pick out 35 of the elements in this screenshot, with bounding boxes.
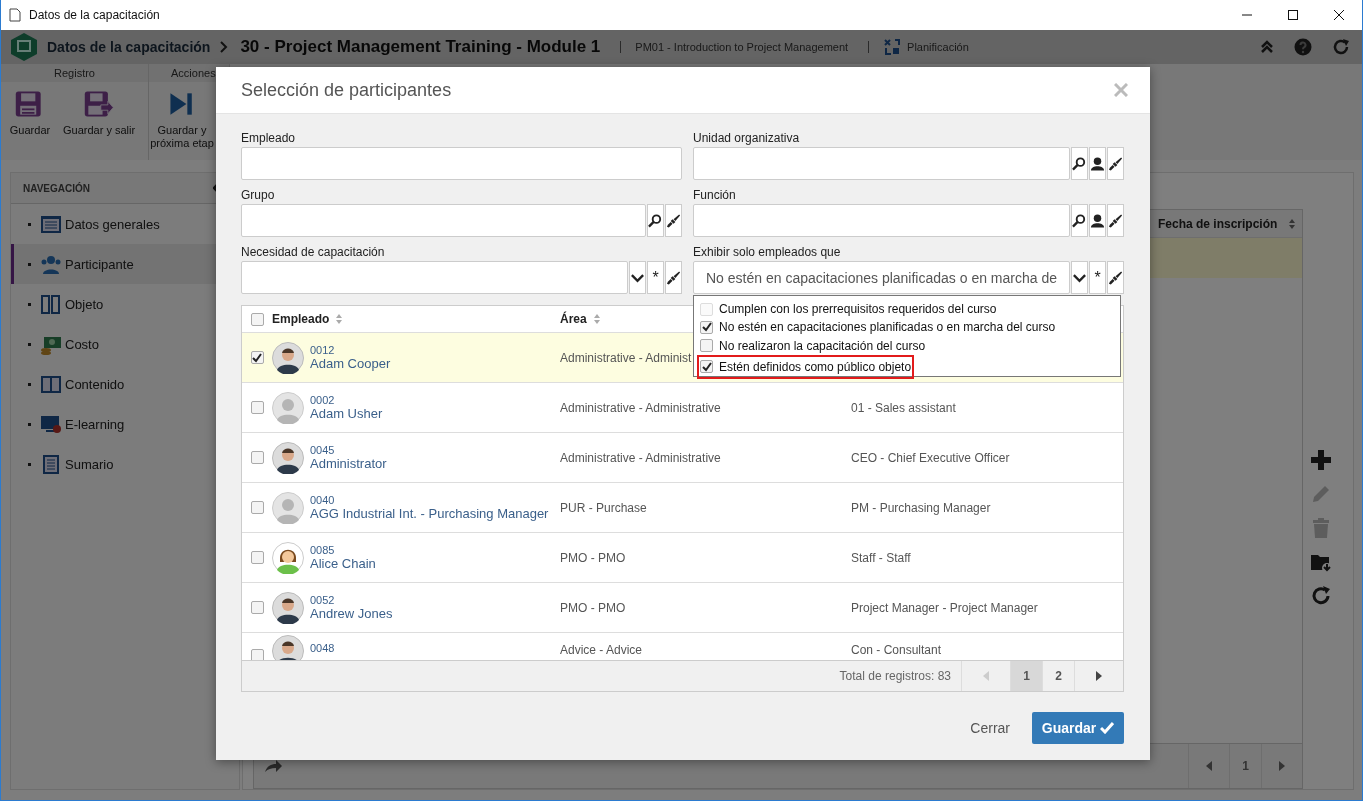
table-cell: Project Manager - Project Manager	[851, 600, 1038, 615]
table-cell: Con - Consultant	[851, 643, 942, 657]
employee-code: 0085	[310, 544, 336, 556]
table-cell: Administrative - Administrative	[560, 450, 721, 465]
field-label: Empleado	[241, 131, 297, 146]
employee-code: 0045	[310, 444, 336, 456]
dialog-title: Selección de participantes	[241, 79, 452, 101]
stage-label: Planificación	[907, 41, 969, 53]
field-label: Unidad organizativa	[693, 131, 801, 146]
panel-title: NAVEGACIÓN	[23, 182, 91, 194]
table-cell: 01 - Sales assistant	[851, 400, 956, 415]
table-cell: PM - Purchasing Manager	[851, 500, 991, 515]
table-cell: PUR - Purchase	[560, 500, 647, 515]
table-cell: Administrative - Administrative	[560, 400, 721, 415]
employee-code: 0002	[310, 394, 336, 406]
window-title: Datos de la capacitación	[29, 8, 160, 22]
table-cell: PMO - PMO	[560, 550, 626, 565]
field-label: Función	[693, 188, 737, 203]
employee-code: 0048	[310, 642, 335, 654]
field-label: Exhibir solo empleados que	[693, 245, 842, 260]
employee-code: 0040	[310, 494, 336, 506]
record-title: 30 - Project Management Training - Module 1	[240, 37, 601, 57]
employee-code: 0012	[310, 344, 336, 356]
group-label: Registro	[1, 64, 148, 82]
record-count: Total de registros: 83	[839, 669, 951, 683]
app-title: Datos de la capacitación	[47, 39, 211, 55]
table-cell: Advice - Advice	[560, 643, 643, 657]
table-cell: PMO - PMO	[560, 600, 626, 615]
field-label: Necesidad de capacitación	[241, 245, 386, 260]
employee-code: 0052	[310, 594, 336, 606]
table-cell: Administrative - Administ	[560, 350, 692, 365]
table-cell: CEO - Chief Executive Officer	[851, 450, 1010, 465]
field-label: Grupo	[241, 188, 276, 203]
course-label: PM01 - Introduction to Project Management	[635, 41, 849, 53]
table-cell: Staff - Staff	[851, 550, 911, 565]
